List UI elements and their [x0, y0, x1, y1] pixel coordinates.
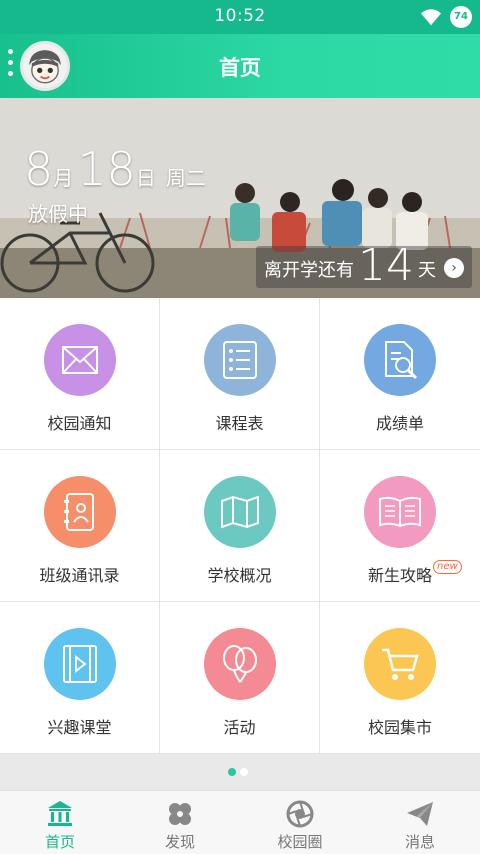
clover-icon — [169, 803, 191, 825]
envelope-icon — [43, 324, 116, 396]
cart-icon — [364, 628, 436, 700]
page-dot[interactable] — [240, 768, 248, 776]
feature-timetable[interactable]: 课程表 — [160, 298, 320, 450]
tab-campus-circle[interactable]: 校园圈 — [240, 791, 360, 854]
status-bar: 10:52 74 — [0, 0, 480, 34]
app-bar: 首页 — [0, 34, 480, 98]
date-display: 8月18日 周二 — [24, 142, 206, 196]
feature-interest-class[interactable]: 兴趣课堂 — [0, 602, 160, 754]
feature-campus-notice[interactable]: 校园通知 — [0, 298, 160, 450]
school-countdown[interactable]: 离开学还有 14 天 › — [256, 240, 472, 291]
school-building-icon — [48, 801, 72, 826]
feature-label: 活动 — [223, 718, 256, 737]
tab-discover[interactable]: 发现 — [120, 791, 240, 854]
tab-label: 发现 — [164, 833, 195, 851]
feature-transcript[interactable]: 成绩单 — [320, 298, 480, 450]
feature-class-contacts[interactable]: 班级通讯录 — [0, 450, 160, 602]
map-icon — [203, 476, 276, 548]
feature-label: 班级通讯录 — [39, 566, 120, 585]
feature-label: 新生攻略 new — [368, 560, 462, 586]
countdown-label: 离开学还有 — [264, 260, 354, 281]
feature-label: 成绩单 — [375, 414, 424, 433]
tab-label: 消息 — [404, 833, 435, 851]
bottom-tab-bar: 首页 发现 校园圈 消息 — [0, 790, 480, 854]
feature-school-overview[interactable]: 学校概况 — [160, 450, 320, 602]
balloons-icon — [203, 628, 276, 700]
tab-label: 校园圈 — [277, 833, 323, 851]
contacts-book-icon — [43, 476, 116, 548]
date-day: 18 — [77, 142, 136, 196]
tab-home[interactable]: 首页 — [0, 791, 120, 854]
date-banner[interactable]: 8月18日 周二 放假中 离开学还有 14 天 › — [0, 98, 480, 298]
document-search-icon — [364, 324, 436, 396]
date-month: 8 — [24, 142, 54, 196]
feature-freshman-guide[interactable]: 新生攻略 new — [320, 450, 480, 602]
date-month-unit: 月 — [53, 166, 74, 190]
wifi-icon — [420, 9, 442, 26]
feature-activities[interactable]: 活动 — [160, 602, 320, 754]
battery-indicator: 74 — [450, 6, 472, 28]
date-day-unit: 日 — [135, 166, 156, 190]
tab-messages[interactable]: 消息 — [360, 791, 480, 854]
open-book-icon — [364, 476, 436, 548]
feature-label: 校园集市 — [367, 718, 432, 737]
page-indicator — [0, 754, 480, 790]
feature-label: 课程表 — [215, 414, 264, 433]
new-badge: new — [433, 560, 462, 574]
date-weekday: 周二 — [165, 166, 206, 190]
countdown-days: 14 — [358, 240, 414, 291]
list-icon — [203, 324, 276, 396]
vacation-status: 放假中 — [28, 202, 88, 226]
countdown-unit: 天 — [418, 260, 436, 281]
feature-label: 校园通知 — [47, 414, 112, 433]
tab-label: 首页 — [44, 833, 75, 851]
status-time: 10:52 — [214, 6, 266, 26]
chevron-right-icon[interactable]: › — [444, 258, 464, 278]
feature-label: 兴趣课堂 — [47, 718, 112, 737]
page-title: 首页 — [219, 56, 261, 80]
video-icon — [43, 628, 116, 700]
feature-campus-market[interactable]: 校园集市 — [320, 602, 480, 754]
feature-grid: 校园通知 课程表 成绩单 班级通讯录 学校概况 新生攻略 new 兴趣课堂 活动… — [0, 298, 480, 754]
camera-aperture-icon — [286, 800, 314, 828]
feature-label: 学校概况 — [207, 566, 272, 585]
paper-plane-icon — [407, 802, 433, 826]
page-dot-active[interactable] — [228, 768, 236, 776]
